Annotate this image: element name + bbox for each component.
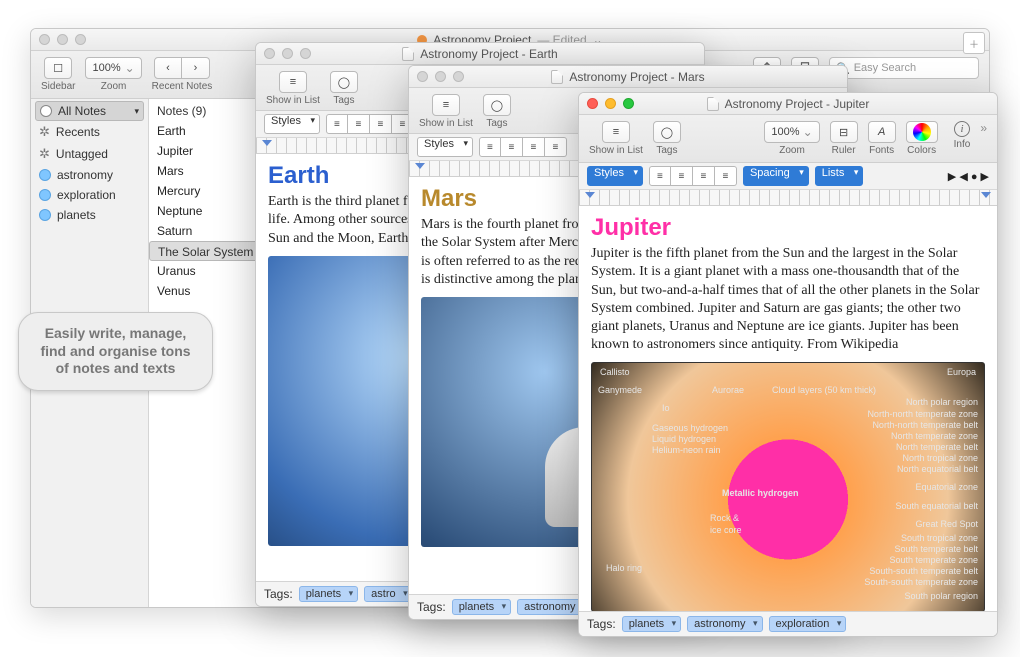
align-justify-button[interactable]: ≡ [715, 166, 737, 186]
search-input[interactable]: 🔍 Easy Search [829, 57, 979, 79]
show-in-list-button[interactable]: ≡ [432, 94, 460, 116]
minimize-icon[interactable] [282, 48, 293, 59]
align-left-button[interactable]: ≡ [649, 166, 671, 186]
minimize-icon[interactable] [605, 98, 616, 109]
close-icon[interactable] [39, 34, 50, 45]
fonts-button[interactable]: A [868, 121, 896, 143]
sidebar-item-recents[interactable]: ✲Recents [31, 121, 148, 143]
align-center-button[interactable]: ≡ [501, 137, 523, 157]
tags-label: Tags: [587, 617, 616, 631]
note-row[interactable]: Mercury [149, 181, 270, 201]
align-left-button[interactable]: ≡ [326, 114, 348, 134]
note-row[interactable]: Mars [149, 161, 270, 181]
notes-header: Notes (9) [149, 101, 270, 121]
align-left-button[interactable]: ≡ [479, 137, 501, 157]
close-icon[interactable] [417, 71, 428, 82]
toolbar-sidebar-label: Sidebar [41, 81, 75, 92]
tag[interactable]: planets [452, 599, 511, 615]
note-row[interactable]: Venus [149, 281, 270, 301]
add-note-button[interactable]: ＋ [963, 32, 985, 54]
note-row[interactable]: Neptune [149, 201, 270, 221]
minimize-icon[interactable] [57, 34, 68, 45]
tag[interactable]: planets [622, 616, 681, 632]
colors-button[interactable] [906, 121, 938, 143]
document-icon [551, 70, 563, 84]
toolbar-zoom-label: Zoom [101, 81, 127, 92]
close-icon[interactable] [264, 48, 275, 59]
marketing-callout: Easily write, manage, find and organise … [18, 312, 213, 391]
nav-arrows[interactable]: ▶ ◀ ● ▶ [948, 170, 989, 183]
jupiter-diagram: Callisto Europa Ganymede Aurorae Cloud l… [591, 362, 985, 611]
maximize-icon[interactable] [300, 48, 311, 59]
color-wheel-icon [913, 123, 931, 141]
styles-select[interactable]: Styles [587, 166, 643, 186]
align-center-button[interactable]: ≡ [348, 114, 370, 134]
recent-back-button[interactable]: ‹ [154, 57, 182, 79]
maximize-icon[interactable] [75, 34, 86, 45]
window-title: Astronomy Project - Mars [551, 70, 704, 84]
styles-select[interactable]: Styles [264, 114, 320, 134]
align-center-button[interactable]: ≡ [671, 166, 693, 186]
ruler[interactable] [579, 190, 997, 206]
lists-select[interactable]: Lists [815, 166, 864, 186]
note-row[interactable]: Jupiter [149, 141, 270, 161]
doc-body-text: Jupiter is the fifth planet from the Sun… [591, 245, 985, 354]
close-icon[interactable] [587, 98, 598, 109]
show-in-list-button[interactable]: ≡ [279, 71, 307, 93]
align-right-button[interactable]: ≡ [523, 137, 545, 157]
recent-forward-button[interactable]: › [182, 57, 210, 79]
info-button[interactable]: i [954, 121, 970, 137]
sidebar-item-untagged[interactable]: ✲Untagged [31, 143, 148, 165]
document-icon [402, 47, 414, 61]
align-justify-button[interactable]: ≡ [545, 137, 567, 157]
window-title: Astronomy Project - Earth [402, 47, 557, 61]
gear-icon: ✲ [39, 146, 50, 162]
document-icon [707, 97, 719, 111]
tag[interactable]: exploration [769, 616, 847, 632]
sidebar-item-all-notes[interactable]: All Notes [35, 101, 144, 121]
show-in-list-button[interactable]: ≡ [602, 121, 630, 143]
maximize-icon[interactable] [453, 71, 464, 82]
sidebar-item-planets[interactable]: planets [31, 205, 148, 225]
overflow-icon[interactable]: » [980, 121, 987, 135]
align-right-button[interactable]: ≡ [693, 166, 715, 186]
tag[interactable]: astronomy [687, 616, 762, 632]
minimize-icon[interactable] [435, 71, 446, 82]
window-title: Astronomy Project - Jupiter [707, 97, 870, 111]
sidebar-item-exploration[interactable]: exploration [31, 185, 148, 205]
tags-button[interactable]: ◯ [330, 71, 358, 93]
toolbar-recent-label: Recent Notes [152, 81, 213, 92]
sidebar-toggle-button[interactable]: ☐ [44, 57, 72, 79]
note-row[interactable]: Earth [149, 121, 270, 141]
align-right-button[interactable]: ≡ [370, 114, 392, 134]
ruler-button[interactable]: ⊟ [830, 121, 858, 143]
maximize-icon[interactable] [623, 98, 634, 109]
tags-label: Tags: [417, 600, 446, 614]
tags-button[interactable]: ◯ [653, 121, 681, 143]
tags-label: Tags: [264, 587, 293, 601]
note-row[interactable]: The Solar System [149, 241, 270, 261]
doc-heading: Jupiter [591, 212, 985, 243]
tags-button[interactable]: ◯ [483, 94, 511, 116]
zoom-select[interactable]: 100% ⌄ [85, 57, 141, 79]
zoom-select[interactable]: 100%⌄ [764, 121, 819, 143]
search-placeholder: Easy Search [854, 62, 916, 74]
gear-icon: ✲ [39, 124, 50, 140]
sidebar-item-astronomy[interactable]: astronomy [31, 165, 148, 185]
tag[interactable]: astro [364, 586, 412, 602]
spacing-select[interactable]: Spacing [743, 166, 809, 186]
note-row[interactable]: Saturn [149, 221, 270, 241]
styles-select[interactable]: Styles [417, 137, 473, 157]
tag[interactable]: planets [299, 586, 358, 602]
note-row[interactable]: Uranus [149, 261, 270, 281]
